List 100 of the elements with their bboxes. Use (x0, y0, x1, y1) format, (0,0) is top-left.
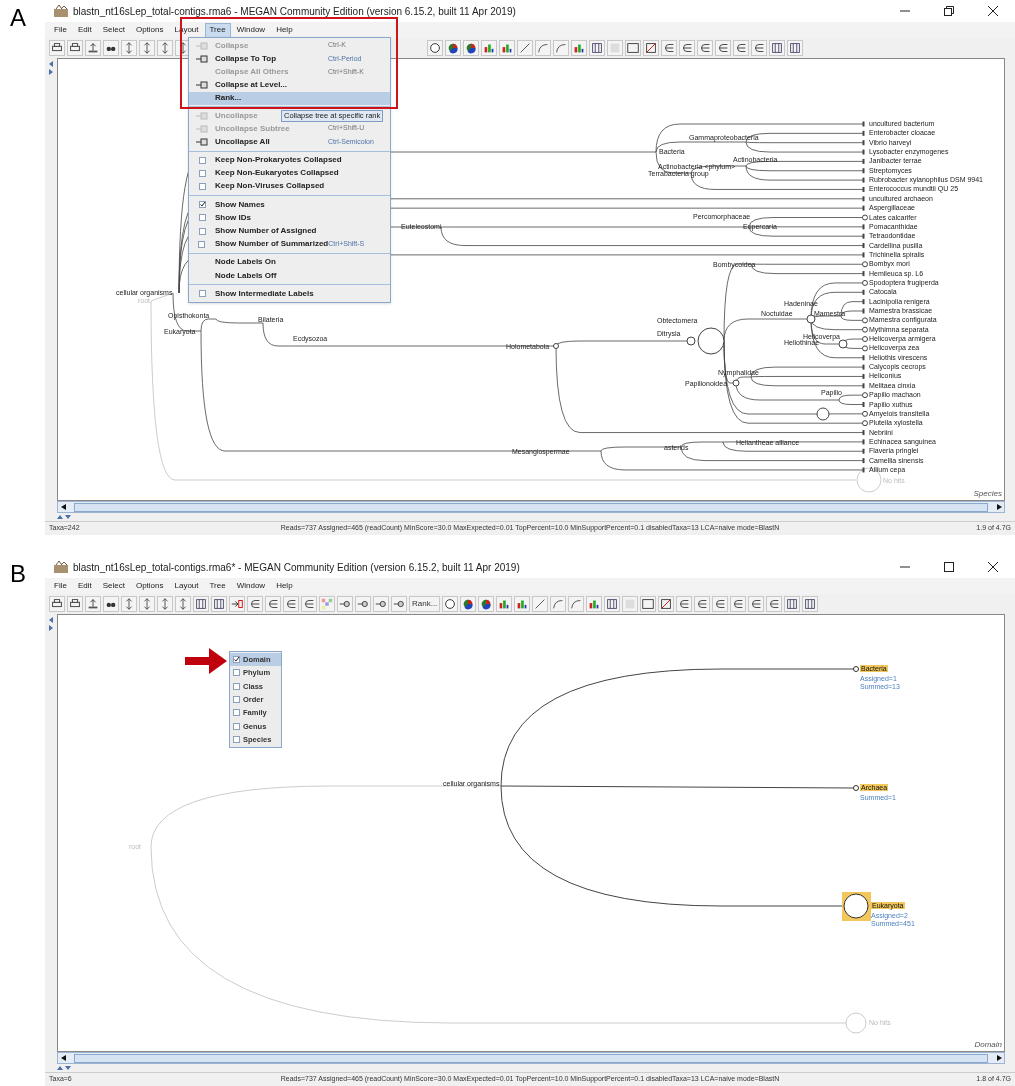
menu-bar-item[interactable]: Window (231, 22, 271, 38)
columns-icon[interactable] (193, 596, 209, 612)
tree-icon[interactable] (694, 596, 711, 612)
scroll-right-button[interactable] (994, 1053, 1004, 1063)
checkbox[interactable] (233, 696, 240, 704)
checkbox[interactable] (233, 669, 240, 677)
menu-item[interactable]: Show Intermediate Labels (189, 287, 390, 301)
tree-icon[interactable] (733, 40, 749, 56)
menu-item[interactable]: Show Names (189, 198, 390, 212)
node-icon[interactable] (373, 596, 389, 612)
checkbox[interactable] (198, 169, 206, 177)
splitter-arrows-icon[interactable] (57, 1065, 71, 1071)
checkbox[interactable] (198, 156, 206, 164)
curve-icon[interactable] (535, 40, 551, 56)
printer-icon[interactable] (67, 596, 83, 612)
checkbox[interactable] (233, 709, 240, 717)
arrows-icon[interactable] (121, 40, 137, 56)
tree-icon[interactable] (697, 40, 713, 56)
menu-item[interactable]: Show IDs (189, 211, 390, 225)
splitter-arrows-icon[interactable] (57, 514, 71, 520)
cross-icon[interactable] (643, 40, 659, 56)
menu-bar-item[interactable]: File (49, 22, 72, 38)
columns-icon[interactable] (211, 596, 227, 612)
printer-icon[interactable] (49, 596, 65, 612)
tree-icon[interactable] (766, 596, 783, 612)
pie-icon[interactable] (460, 596, 477, 612)
node-icon[interactable] (355, 596, 371, 612)
checkbox[interactable] (198, 214, 206, 222)
columns-icon[interactable] (784, 596, 801, 612)
checkbox[interactable] (233, 682, 240, 690)
menu-bar-item[interactable]: Select (97, 578, 130, 594)
tree-icon[interactable] (730, 596, 747, 612)
export-icon[interactable] (85, 596, 101, 612)
collapse-arrows-icon[interactable] (48, 616, 54, 632)
menu-bar-item[interactable]: Layout (169, 578, 204, 594)
text-icon[interactable] (640, 596, 657, 612)
scroll-right-button[interactable] (994, 502, 1004, 512)
node-icon[interactable] (391, 596, 407, 612)
checkbox[interactable] (233, 735, 240, 743)
menu-item[interactable]: Keep Non-Eukaryotes Collapsed (189, 166, 390, 180)
menu-bar-item[interactable]: Edit (72, 22, 97, 38)
binoculars-icon[interactable] (103, 596, 119, 612)
menu-bar-item[interactable]: Help (271, 578, 298, 594)
menu-bar-item[interactable]: Select (97, 22, 130, 38)
arrows-icon[interactable] (157, 596, 173, 612)
tree-icon[interactable] (661, 40, 677, 56)
menu-bar-item[interactable]: Tree (204, 22, 231, 38)
columns-icon[interactable] (769, 40, 785, 56)
checkbox[interactable] (233, 722, 240, 730)
circle-icon[interactable] (442, 596, 459, 612)
curve-icon[interactable] (553, 40, 569, 56)
rank-button[interactable]: Rank... (409, 596, 441, 612)
circle-icon[interactable] (427, 40, 443, 56)
tree-icon[interactable] (676, 596, 693, 612)
menu-bar-item[interactable]: Help (271, 22, 298, 38)
menu-item[interactable]: Show Number of Assigned (189, 224, 390, 238)
collapse-arrows-icon[interactable] (48, 60, 54, 76)
bars-icon[interactable] (571, 40, 587, 56)
menu-bar-item[interactable]: Tree (204, 578, 231, 594)
checkbox[interactable] (198, 240, 206, 248)
tree-icon[interactable] (751, 40, 767, 56)
menu-bar-item[interactable]: Options (130, 578, 169, 594)
printer-icon[interactable] (67, 40, 83, 56)
pie-icon[interactable] (445, 40, 461, 56)
checkbox[interactable] (198, 290, 206, 298)
tree-icon[interactable] (283, 596, 299, 612)
columns-icon[interactable] (589, 40, 605, 56)
menu-bar-item[interactable]: File (49, 578, 72, 594)
bars-icon[interactable] (514, 596, 531, 612)
tree-icon[interactable] (301, 596, 317, 612)
binoculars-icon[interactable] (103, 40, 119, 56)
arrows-icon[interactable] (157, 40, 173, 56)
tree-icon[interactable] (679, 40, 695, 56)
arrows-icon[interactable] (175, 596, 191, 612)
cross-icon[interactable] (658, 596, 675, 612)
menu-item[interactable]: Keep Non-Prokaryotes Collapsed (189, 153, 390, 167)
bars-icon[interactable] (499, 40, 515, 56)
curve-icon[interactable] (568, 596, 585, 612)
tree-icon[interactable] (247, 596, 263, 612)
arrows-icon[interactable] (139, 596, 155, 612)
menu-item[interactable]: Keep Non-Viruses Collapsed (189, 179, 390, 194)
menu-bar-item[interactable]: Options (130, 22, 169, 38)
line-icon[interactable] (532, 596, 549, 612)
columns-icon[interactable] (787, 40, 803, 56)
menu-item[interactable]: Rank... (189, 91, 390, 105)
printer-icon[interactable] (49, 40, 65, 56)
menu-item[interactable]: Node Labels Off (189, 269, 390, 283)
scrollbar-thumb[interactable] (74, 502, 988, 512)
export-icon[interactable] (85, 40, 101, 56)
checkbox[interactable] (198, 227, 206, 235)
tree-icon[interactable] (748, 596, 765, 612)
bars-icon[interactable] (481, 40, 497, 56)
menu-bar-item[interactable]: Edit (72, 578, 97, 594)
curve-icon[interactable] (550, 596, 567, 612)
arrows-icon[interactable] (139, 40, 155, 56)
arrows-icon[interactable] (121, 596, 137, 612)
tree-icon[interactable] (712, 596, 729, 612)
text-icon[interactable] (625, 40, 641, 56)
tree-icon[interactable] (265, 596, 281, 612)
menu-item[interactable]: Collapse at Level... (189, 78, 390, 92)
